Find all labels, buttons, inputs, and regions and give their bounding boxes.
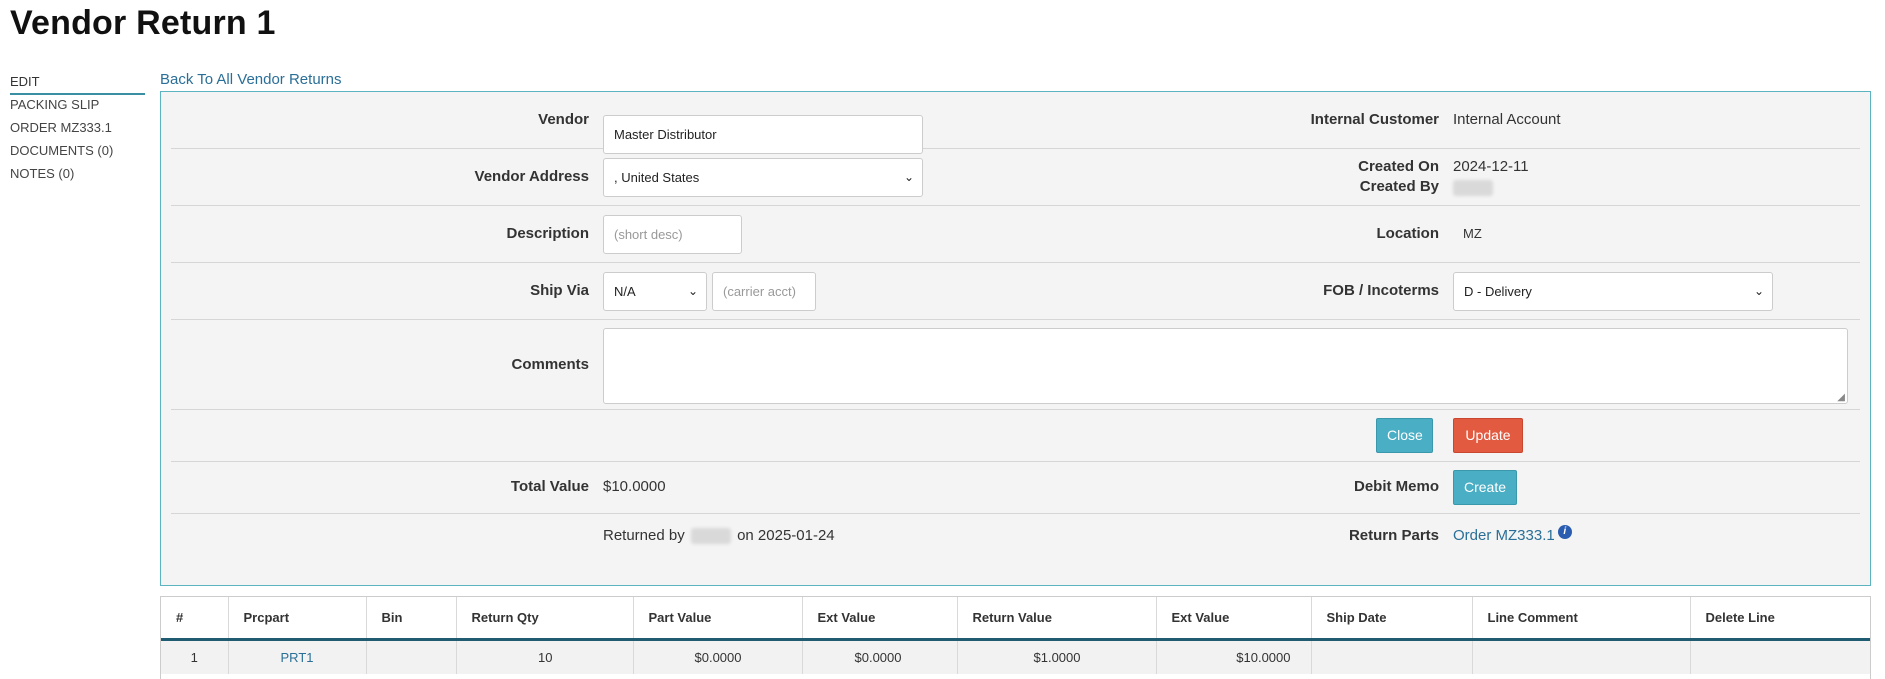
carrier-account-input[interactable]: (carrier acct) [712, 272, 816, 311]
col-header-bin: Bin [366, 597, 457, 641]
form-row-actions: Close Update [171, 410, 1860, 462]
col-header-ship-date: Ship Date [1311, 597, 1473, 641]
create-debit-memo-button[interactable]: Create [1453, 470, 1517, 505]
chevron-down-icon: ⌄ [903, 170, 914, 184]
fob-select[interactable]: D - Delivery ⌄ [1453, 272, 1773, 311]
created-on-value: 2024-12-11 [1453, 158, 1529, 175]
total-value: $10.0000 [603, 478, 666, 495]
sidebar-item-order[interactable]: ORDER MZ333.1 [10, 118, 145, 141]
location-value: MZ [1463, 226, 1482, 241]
fob-value: D - Delivery [1464, 284, 1532, 299]
cell-prcpart: PRT1 [228, 639, 367, 674]
total-value-label: Total Value [510, 478, 589, 495]
form-row-ship-via: Ship Via N/A ⌄ (carrier acct) FOB / Inco… [171, 263, 1860, 320]
returned-by-prefix: Returned by [603, 527, 685, 544]
ship-via-select[interactable]: N/A ⌄ [603, 272, 707, 311]
col-header-part-value: Part Value [633, 597, 803, 641]
return-lines-table: # Prcpart Bin Return Qty Part Value Ext … [160, 596, 1871, 679]
sidebar-item-edit[interactable]: EDIT [10, 72, 145, 95]
update-button[interactable]: Update [1453, 418, 1523, 453]
cell-line-comment [1472, 639, 1691, 674]
cell-number: 1 [161, 639, 229, 674]
cell-bin [366, 639, 457, 674]
return-parts-label: Return Parts [1348, 527, 1439, 544]
description-input[interactable]: (short desc) [603, 215, 742, 254]
comments-label: Comments [511, 356, 589, 373]
form-row-returned: Returned by on 2025-01-24 Return Parts O… [171, 514, 1860, 566]
sidebar-item-packing-slip[interactable]: PACKING SLIP [10, 95, 145, 118]
cell-delete-line [1690, 639, 1870, 674]
cell-ext-value-2: $10.0000 [1156, 639, 1312, 674]
sidebar-item-notes[interactable]: NOTES (0) [10, 164, 145, 187]
chevron-down-icon: ⌄ [687, 284, 698, 298]
cell-return-qty: 10 [456, 639, 634, 674]
comments-textarea[interactable]: ◢ [603, 328, 1848, 404]
form-row-address: Vendor Address , United States ⌄ Created… [171, 149, 1860, 206]
col-header-delete-line: Delete Line [1690, 597, 1870, 641]
page-title: Vendor Return 1 [10, 4, 276, 42]
cell-part-value: $0.0000 [633, 639, 803, 674]
debit-memo-label: Debit Memo [1353, 478, 1439, 495]
return-parts-value: Order MZ333.1 i [1453, 525, 1572, 544]
created-by-redacted [1453, 180, 1493, 196]
internal-customer-label: Internal Customer [1310, 111, 1439, 128]
fob-label: FOB / Incoterms [1323, 282, 1439, 299]
form-row-description: Description (short desc) Location MZ [171, 206, 1860, 263]
form-row-totals: Total Value $10.0000 Debit Memo Create [171, 462, 1860, 514]
form-row-vendor: Vendor Master Distributor Internal Custo… [171, 92, 1860, 154]
table-row: 1 PRT1 10 $0.0000 $0.0000 $1.0000 $10.00… [161, 639, 1870, 674]
col-header-ext-value: Ext Value [802, 597, 958, 641]
col-header-return-qty: Return Qty [456, 597, 634, 641]
ship-via-value: N/A [614, 284, 636, 299]
vendor-address-label: Vendor Address [474, 168, 589, 185]
description-label: Description [506, 225, 589, 242]
cell-ship-date [1311, 639, 1473, 674]
chevron-down-icon: ⌄ [1753, 284, 1764, 298]
returned-date: on 2025-01-24 [737, 527, 835, 544]
back-to-all-link[interactable]: Back To All Vendor Returns [160, 71, 342, 88]
close-button[interactable]: Close [1376, 418, 1433, 453]
vendor-return-form: Vendor Master Distributor Internal Custo… [160, 91, 1871, 586]
vendor-address-value: , United States [614, 170, 700, 185]
returned-info: Returned by on 2025-01-24 [603, 527, 835, 545]
sidebar-item-documents[interactable]: DOCUMENTS (0) [10, 141, 145, 164]
table-header-row: # Prcpart Bin Return Qty Part Value Ext … [161, 597, 1870, 641]
form-row-comments: Comments ◢ [171, 320, 1860, 410]
info-icon[interactable]: i [1557, 525, 1572, 539]
returned-by-redacted [690, 528, 731, 545]
col-header-line-comment: Line Comment [1472, 597, 1691, 641]
sidebar-nav: EDIT PACKING SLIP ORDER MZ333.1 DOCUMENT… [10, 72, 145, 187]
created-by-label: Created By [1359, 178, 1439, 195]
internal-customer-value: Internal Account [1453, 111, 1561, 128]
cell-ext-value: $0.0000 [802, 639, 958, 674]
vendor-address-select[interactable]: , United States ⌄ [603, 158, 923, 197]
ship-via-label: Ship Via [530, 282, 589, 299]
resize-grip-icon[interactable]: ◢ [1837, 392, 1845, 403]
col-header-ext-value-2: Ext Value [1156, 597, 1312, 641]
location-label: Location [1376, 225, 1440, 242]
col-header-prcpart: Prcpart [228, 597, 367, 641]
return-parts-order-link[interactable]: Order MZ333.1 [1453, 527, 1555, 544]
col-header-return-value: Return Value [957, 597, 1157, 641]
prcpart-link[interactable]: PRT1 [281, 650, 314, 665]
col-header-number: # [161, 597, 229, 641]
cell-return-value: $1.0000 [957, 639, 1157, 674]
vendor-label: Vendor [538, 111, 589, 128]
created-on-label: Created On [1358, 158, 1439, 175]
